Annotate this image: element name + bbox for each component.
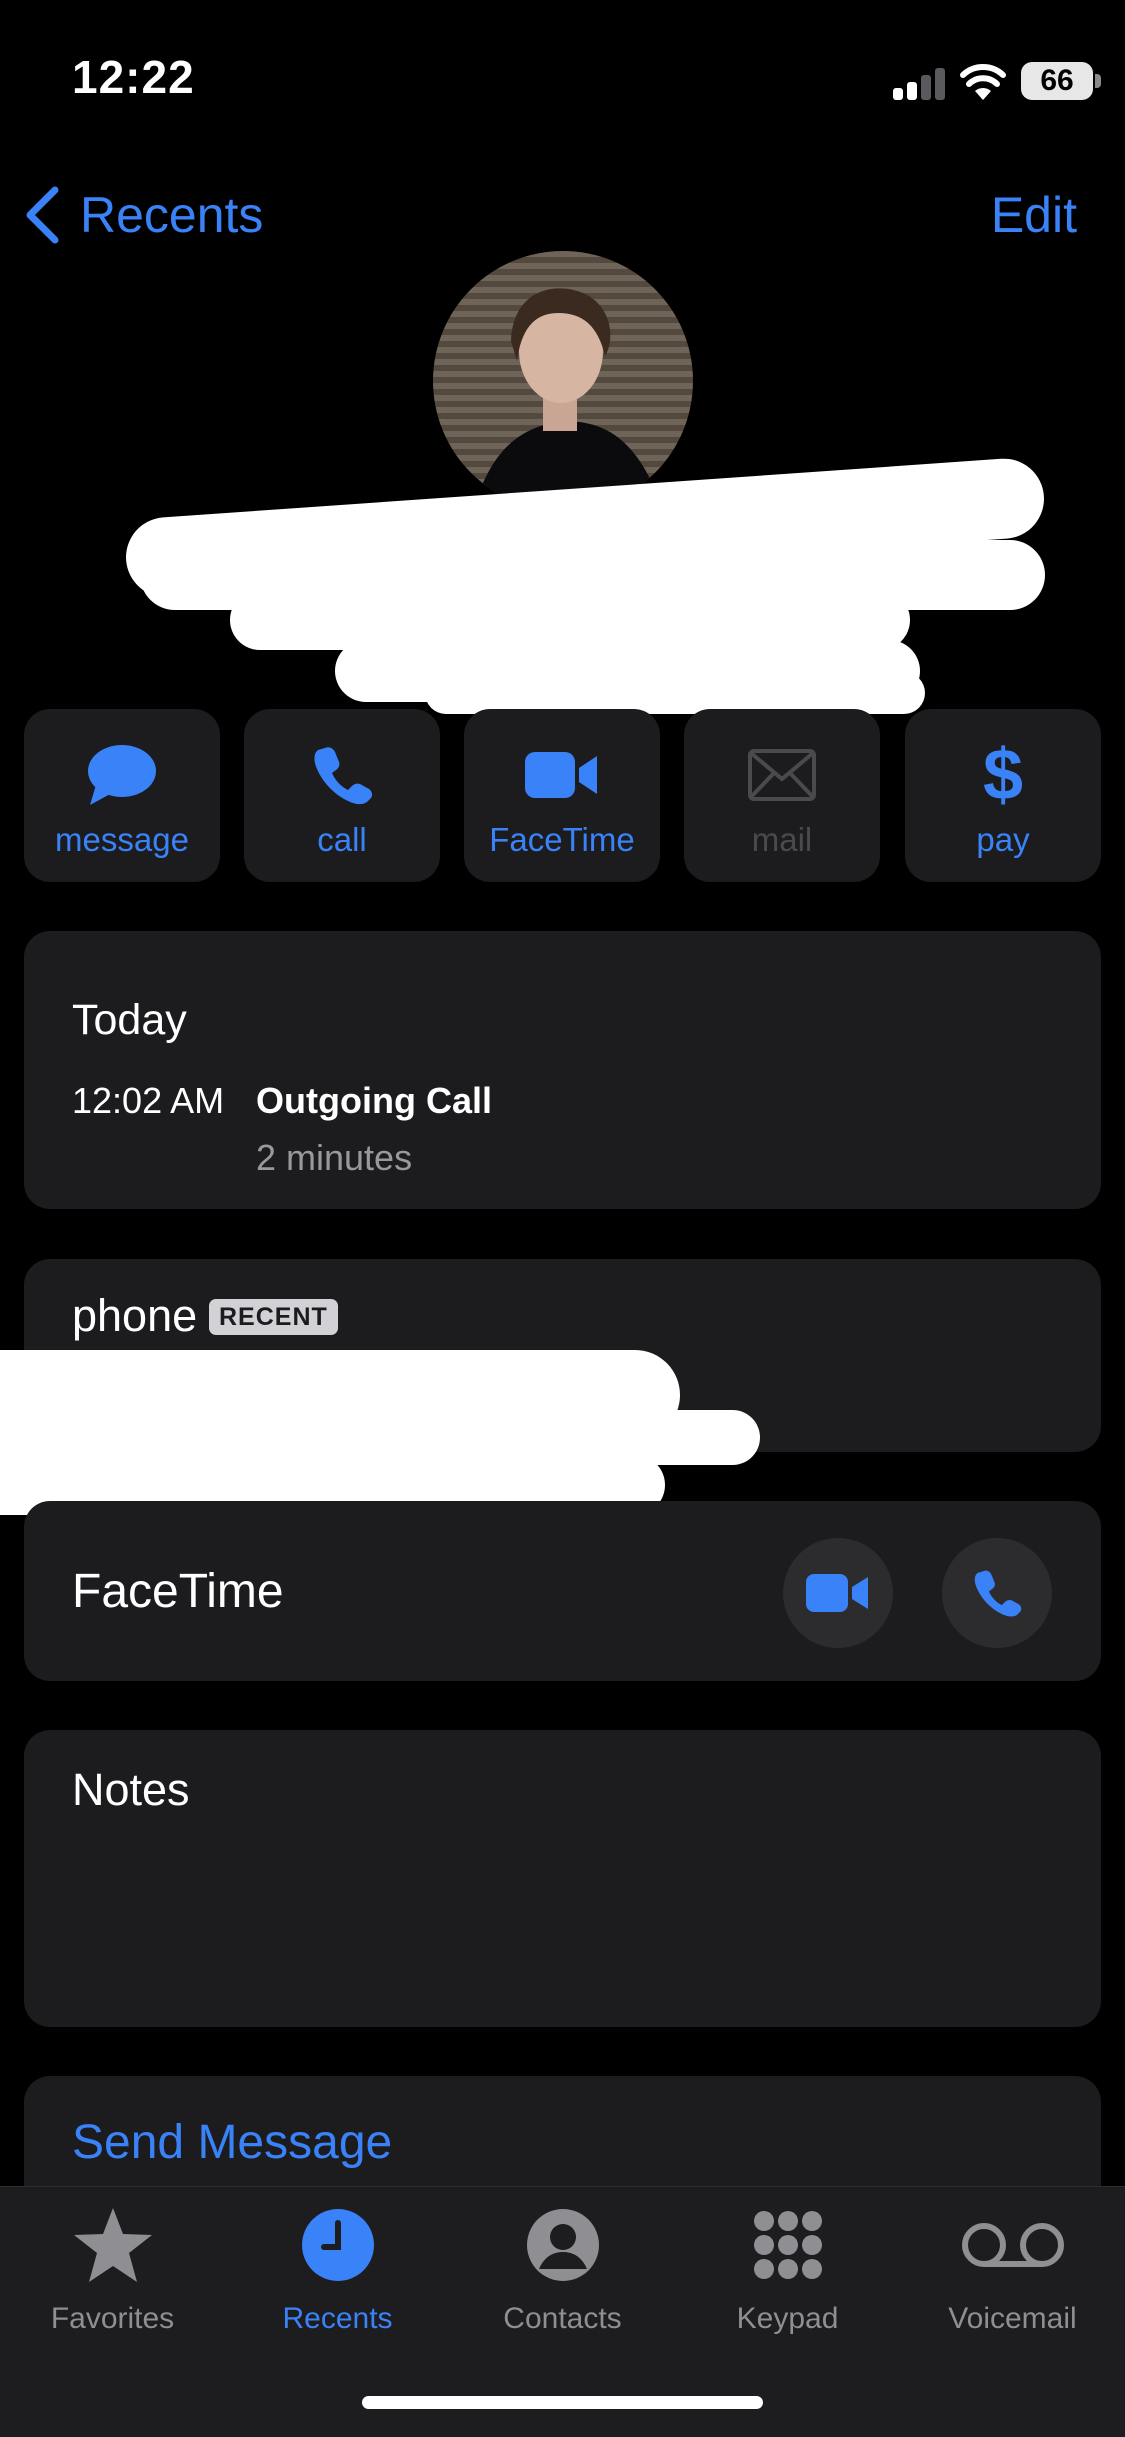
notes-label: Notes bbox=[72, 1764, 190, 1815]
facetime-row-label: FaceTime bbox=[72, 1565, 284, 1618]
video-camera-icon bbox=[525, 752, 597, 798]
voicemail-icon bbox=[961, 2223, 1064, 2267]
call-time: 12:02 AM bbox=[72, 1080, 225, 1121]
pay-button[interactable]: $ pay bbox=[905, 709, 1101, 882]
video-camera-icon bbox=[806, 1574, 868, 1612]
status-time: 12:22 bbox=[72, 51, 195, 103]
tab-favorites[interactable]: Favorites bbox=[0, 2200, 225, 2340]
tab-voicemail[interactable]: Voicemail bbox=[900, 2200, 1125, 2340]
pay-label: pay bbox=[976, 821, 1030, 858]
tab-label: Voicemail bbox=[948, 2302, 1077, 2335]
back-button[interactable]: Recents bbox=[22, 180, 263, 250]
battery-tip bbox=[1095, 74, 1101, 88]
back-label: Recents bbox=[80, 187, 264, 243]
call-history-date: Today bbox=[72, 996, 187, 1044]
tab-label: Favorites bbox=[50, 2302, 175, 2335]
message-bubble-icon bbox=[88, 745, 156, 805]
facetime-audio-button[interactable] bbox=[942, 1538, 1052, 1648]
envelope-icon bbox=[748, 749, 816, 801]
home-indicator[interactable] bbox=[362, 2396, 763, 2409]
mail-label: mail bbox=[751, 821, 813, 858]
chevron-left-icon bbox=[26, 186, 59, 244]
recent-badge: RECENT bbox=[209, 1299, 338, 1335]
call-duration: 2 minutes bbox=[256, 1137, 413, 1178]
send-message-button[interactable]: Send Message bbox=[72, 2115, 392, 2170]
tab-recents[interactable]: Recents bbox=[225, 2200, 450, 2340]
tab-keypad[interactable]: Keypad bbox=[675, 2200, 900, 2340]
call-button[interactable]: call bbox=[244, 709, 440, 882]
call-history-card bbox=[24, 931, 1101, 1209]
facetime-button[interactable]: FaceTime bbox=[464, 709, 660, 882]
phone-icon bbox=[314, 747, 373, 805]
tab-label: Recents bbox=[282, 2302, 393, 2335]
battery-icon: 66 bbox=[1021, 62, 1093, 100]
phone-icon bbox=[974, 1570, 1022, 1617]
message-label: message bbox=[55, 821, 189, 858]
tab-contacts[interactable]: Contacts bbox=[450, 2200, 675, 2340]
wifi-icon bbox=[960, 62, 1006, 102]
cellular-signal-icon bbox=[893, 68, 945, 100]
person-circle-icon bbox=[526, 2209, 599, 2281]
phone-label: phone bbox=[72, 1290, 198, 1341]
keypad-icon bbox=[753, 2211, 822, 2279]
message-button[interactable]: message bbox=[24, 709, 220, 882]
clock-icon bbox=[301, 2209, 374, 2281]
tab-label: Keypad bbox=[736, 2302, 839, 2335]
contact-avatar bbox=[433, 251, 693, 511]
dollar-icon: $ bbox=[982, 735, 1024, 815]
mail-button[interactable]: mail bbox=[684, 709, 880, 882]
tab-label: Contacts bbox=[503, 2302, 622, 2335]
call-type: Outgoing Call bbox=[256, 1080, 492, 1121]
facetime-label: FaceTime bbox=[489, 821, 635, 858]
call-label: call bbox=[317, 821, 367, 858]
star-icon bbox=[73, 2208, 152, 2282]
redaction-mark bbox=[425, 672, 925, 714]
edit-button[interactable]: Edit bbox=[991, 186, 1077, 244]
facetime-video-button[interactable] bbox=[783, 1538, 893, 1648]
